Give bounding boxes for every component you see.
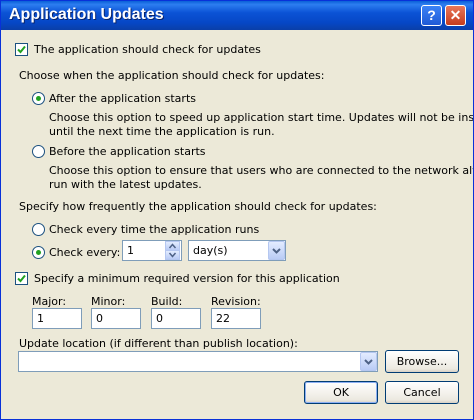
frequency-heading: Specify how frequently the application s…	[19, 200, 377, 213]
before-start-description: Choose this option to ensure that users …	[49, 164, 474, 177]
minor-field[interactable]: 0	[91, 308, 141, 329]
check-every-label[interactable]: Check every:	[49, 246, 120, 259]
arrow-up-icon	[168, 243, 177, 249]
help-icon: ?	[427, 7, 436, 23]
after-start-label[interactable]: After the application starts	[49, 92, 196, 105]
radio-selected-dot	[36, 250, 41, 255]
minor-value: 0	[96, 312, 103, 325]
radio-selected-dot	[36, 96, 41, 101]
browse-button[interactable]: Browse...	[385, 350, 459, 373]
min-version-label[interactable]: Specify a minimum required version for t…	[34, 272, 340, 285]
check-updates-checkbox[interactable]	[15, 43, 28, 56]
ok-button[interactable]: OK	[304, 381, 378, 404]
when-heading: Choose when the application should check…	[19, 69, 325, 82]
before-start-label[interactable]: Before the application starts	[49, 145, 206, 158]
arrow-down-icon	[168, 252, 177, 258]
revision-field[interactable]: 22	[211, 308, 261, 329]
help-button[interactable]: ?	[421, 5, 442, 26]
chevron-down-icon	[364, 359, 373, 365]
after-start-description: until the next time the application is r…	[49, 125, 275, 138]
revision-label: Revision:	[211, 295, 261, 308]
min-version-checkbox[interactable]	[15, 272, 28, 285]
check-every-run-label[interactable]: Check every time the application runs	[49, 223, 259, 236]
interval-value: 1	[127, 244, 134, 257]
before-start-description: run with the latest updates.	[49, 178, 202, 191]
close-icon: ✕	[449, 7, 462, 23]
update-location-combobox[interactable]	[18, 351, 378, 372]
check-every-radio[interactable]	[32, 246, 45, 259]
update-location-label: Update location (if different than publi…	[19, 337, 298, 350]
update-location-dropdown-button[interactable]	[360, 352, 377, 371]
title-bar[interactable]: Application Updates ? ✕	[1, 1, 473, 30]
major-label: Major:	[32, 295, 67, 308]
check-updates-label[interactable]: The application should check for updates	[34, 43, 261, 56]
major-value: 1	[37, 312, 44, 325]
chevron-down-icon	[272, 248, 281, 254]
major-field[interactable]: 1	[32, 308, 82, 329]
after-start-description: Choose this option to speed up applicati…	[49, 111, 474, 124]
close-button[interactable]: ✕	[445, 5, 466, 26]
cancel-button[interactable]: Cancel	[385, 381, 459, 404]
interval-unit-dropdown-button[interactable]	[268, 241, 285, 260]
build-field[interactable]: 0	[151, 308, 201, 329]
interval-unit-value: day(s)	[193, 244, 228, 257]
build-label: Build:	[151, 295, 183, 308]
revision-value: 22	[216, 312, 230, 325]
interval-down-button[interactable]	[165, 250, 180, 260]
before-start-radio[interactable]	[32, 145, 45, 158]
check-every-run-radio[interactable]	[32, 223, 45, 236]
minor-label: Minor:	[91, 295, 126, 308]
application-updates-dialog: Application Updates ? ✕ The application …	[0, 0, 474, 420]
checkmark-icon	[17, 274, 26, 283]
after-start-radio[interactable]	[32, 92, 45, 105]
window-title: Application Updates	[9, 6, 164, 23]
checkmark-icon	[17, 45, 26, 54]
build-value: 0	[156, 312, 163, 325]
